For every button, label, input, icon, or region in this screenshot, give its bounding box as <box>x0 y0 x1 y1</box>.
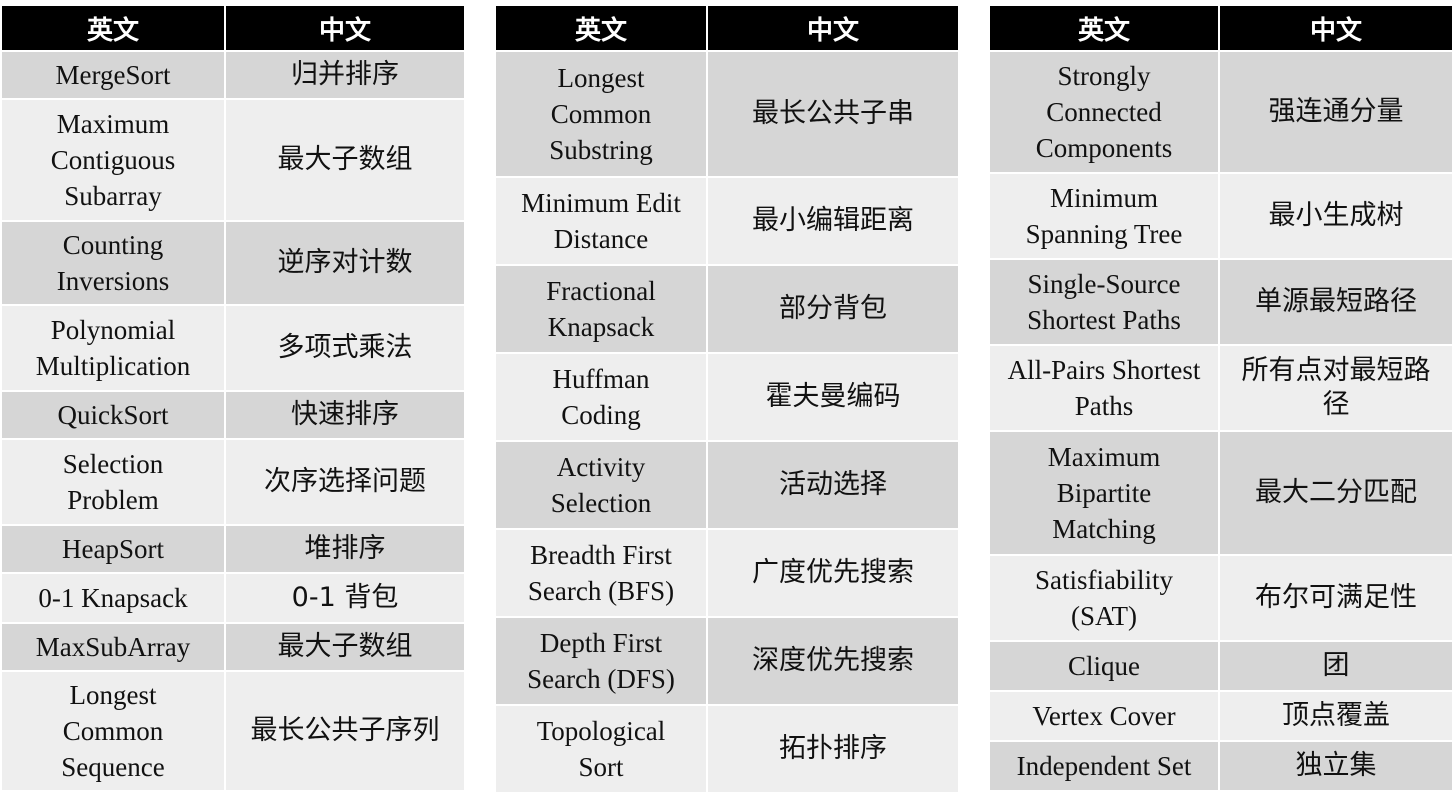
chinese-term: 最大子数组 <box>224 98 466 222</box>
chinese-term: 所有点对最短路径 <box>1218 344 1452 432</box>
chinese-term: 最大子数组 <box>224 622 466 672</box>
chinese-term: 团 <box>1218 640 1452 692</box>
chinese-term: 次序选择问题 <box>224 438 466 526</box>
table-row: Single-Source Shortest Paths 单源最短路径 <box>988 258 1452 346</box>
chinese-term: 顶点覆盖 <box>1218 690 1452 742</box>
chinese-term: 强连通分量 <box>1218 50 1452 174</box>
chinese-term: 0-1 背包 <box>224 572 466 624</box>
english-term: Minimum Edit Distance <box>494 176 708 266</box>
table-row: MergeSort 归并排序 <box>0 50 466 100</box>
table-row: Minimum Edit Distance 最小编辑距离 <box>494 176 960 266</box>
english-term: Longest Common Sequence <box>0 670 226 792</box>
chinese-term: 广度优先搜索 <box>706 528 960 618</box>
english-term: Longest Common Substring <box>494 50 708 178</box>
chinese-term: 拓扑排序 <box>706 704 960 794</box>
table-row: 0-1 Knapsack 0-1 背包 <box>0 572 466 624</box>
table-row: Longest Common Substring 最长公共子串 <box>494 50 960 178</box>
table-row: Longest Common Sequence 最长公共子序列 <box>0 670 466 792</box>
english-term: All-Pairs Shortest Paths <box>988 344 1220 432</box>
table-row: Selection Problem 次序选择问题 <box>0 438 466 526</box>
table-row: Huffman Coding 霍夫曼编码 <box>494 352 960 442</box>
english-term: Topological Sort <box>494 704 708 794</box>
table-row: Maximum Bipartite Matching 最大二分匹配 <box>988 430 1452 556</box>
chinese-term: 归并排序 <box>224 50 466 100</box>
table-row: Independent Set 独立集 <box>988 740 1452 792</box>
chinese-term: 独立集 <box>1218 740 1452 792</box>
chinese-term: 深度优先搜索 <box>706 616 960 706</box>
table-row: Satisfiability (SAT) 布尔可满足性 <box>988 554 1452 642</box>
table-row: Strongly Connected Components 强连通分量 <box>988 50 1452 174</box>
table-row: MaxSubArray 最大子数组 <box>0 622 466 672</box>
table-row: All-Pairs Shortest Paths 所有点对最短路径 <box>988 344 1452 432</box>
chinese-term: 活动选择 <box>706 440 960 530</box>
table-row: QuickSort 快速排序 <box>0 390 466 440</box>
chinese-term: 最小生成树 <box>1218 172 1452 260</box>
chinese-term: 最长公共子序列 <box>224 670 466 792</box>
english-term: Vertex Cover <box>988 690 1220 742</box>
table-row: Counting Inversions 逆序对计数 <box>0 220 466 306</box>
english-term: 0-1 Knapsack <box>0 572 226 624</box>
english-term: Breadth First Search (BFS) <box>494 528 708 618</box>
table-row: Minimum Spanning Tree 最小生成树 <box>988 172 1452 260</box>
header-english: 英文 <box>494 4 708 52</box>
english-term: QuickSort <box>0 390 226 440</box>
english-term: Counting Inversions <box>0 220 226 306</box>
table-row: Depth First Search (DFS) 深度优先搜索 <box>494 616 960 706</box>
chinese-term: 逆序对计数 <box>224 220 466 306</box>
header-chinese: 中文 <box>224 4 466 52</box>
english-term: Strongly Connected Components <box>988 50 1220 174</box>
english-term: Activity Selection <box>494 440 708 530</box>
table-row: Topological Sort 拓扑排序 <box>494 704 960 794</box>
header-english: 英文 <box>0 4 226 52</box>
english-term: Maximum Contiguous Subarray <box>0 98 226 222</box>
chinese-term: 布尔可满足性 <box>1218 554 1452 642</box>
table-row: Breadth First Search (BFS) 广度优先搜索 <box>494 528 960 618</box>
english-term: Independent Set <box>988 740 1220 792</box>
english-term: Fractional Knapsack <box>494 264 708 354</box>
chinese-term: 霍夫曼编码 <box>706 352 960 442</box>
english-term: Single-Source Shortest Paths <box>988 258 1220 346</box>
chinese-term: 单源最短路径 <box>1218 258 1452 346</box>
english-term: Huffman Coding <box>494 352 708 442</box>
table-header-row: 英文 中文 <box>988 4 1452 52</box>
chinese-term: 最长公共子串 <box>706 50 960 178</box>
chinese-term: 部分背包 <box>706 264 960 354</box>
chinese-term: 最小编辑距离 <box>706 176 960 266</box>
chinese-term: 堆排序 <box>224 524 466 574</box>
header-chinese: 中文 <box>1218 4 1452 52</box>
table-row: Maximum Contiguous Subarray 最大子数组 <box>0 98 466 222</box>
chinese-term: 快速排序 <box>224 390 466 440</box>
english-term: HeapSort <box>0 524 226 574</box>
english-term: MergeSort <box>0 50 226 100</box>
table-header-row: 英文 中文 <box>0 4 466 52</box>
table-row: Clique 团 <box>988 640 1452 692</box>
table-row: Polynomial Multiplication 多项式乘法 <box>0 304 466 392</box>
chinese-term: 最大二分匹配 <box>1218 430 1452 556</box>
english-term: Minimum Spanning Tree <box>988 172 1220 260</box>
terms-table-1: 英文 中文 MergeSort 归并排序 Maximum Contiguous … <box>0 4 466 792</box>
english-term: Depth First Search (DFS) <box>494 616 708 706</box>
table-row: Activity Selection 活动选择 <box>494 440 960 530</box>
table-header-row: 英文 中文 <box>494 4 960 52</box>
table-row: Vertex Cover 顶点覆盖 <box>988 690 1452 742</box>
english-term: Maximum Bipartite Matching <box>988 430 1220 556</box>
header-chinese: 中文 <box>706 4 960 52</box>
english-term: Satisfiability (SAT) <box>988 554 1220 642</box>
header-english: 英文 <box>988 4 1220 52</box>
chinese-term: 多项式乘法 <box>224 304 466 392</box>
terms-table-3: 英文 中文 Strongly Connected Components 强连通分… <box>988 4 1452 792</box>
table-row: HeapSort 堆排序 <box>0 524 466 574</box>
english-term: Polynomial Multiplication <box>0 304 226 392</box>
english-term: MaxSubArray <box>0 622 226 672</box>
english-term: Clique <box>988 640 1220 692</box>
terms-table-2: 英文 中文 Longest Common Substring 最长公共子串 Mi… <box>494 4 960 794</box>
english-term: Selection Problem <box>0 438 226 526</box>
table-row: Fractional Knapsack 部分背包 <box>494 264 960 354</box>
